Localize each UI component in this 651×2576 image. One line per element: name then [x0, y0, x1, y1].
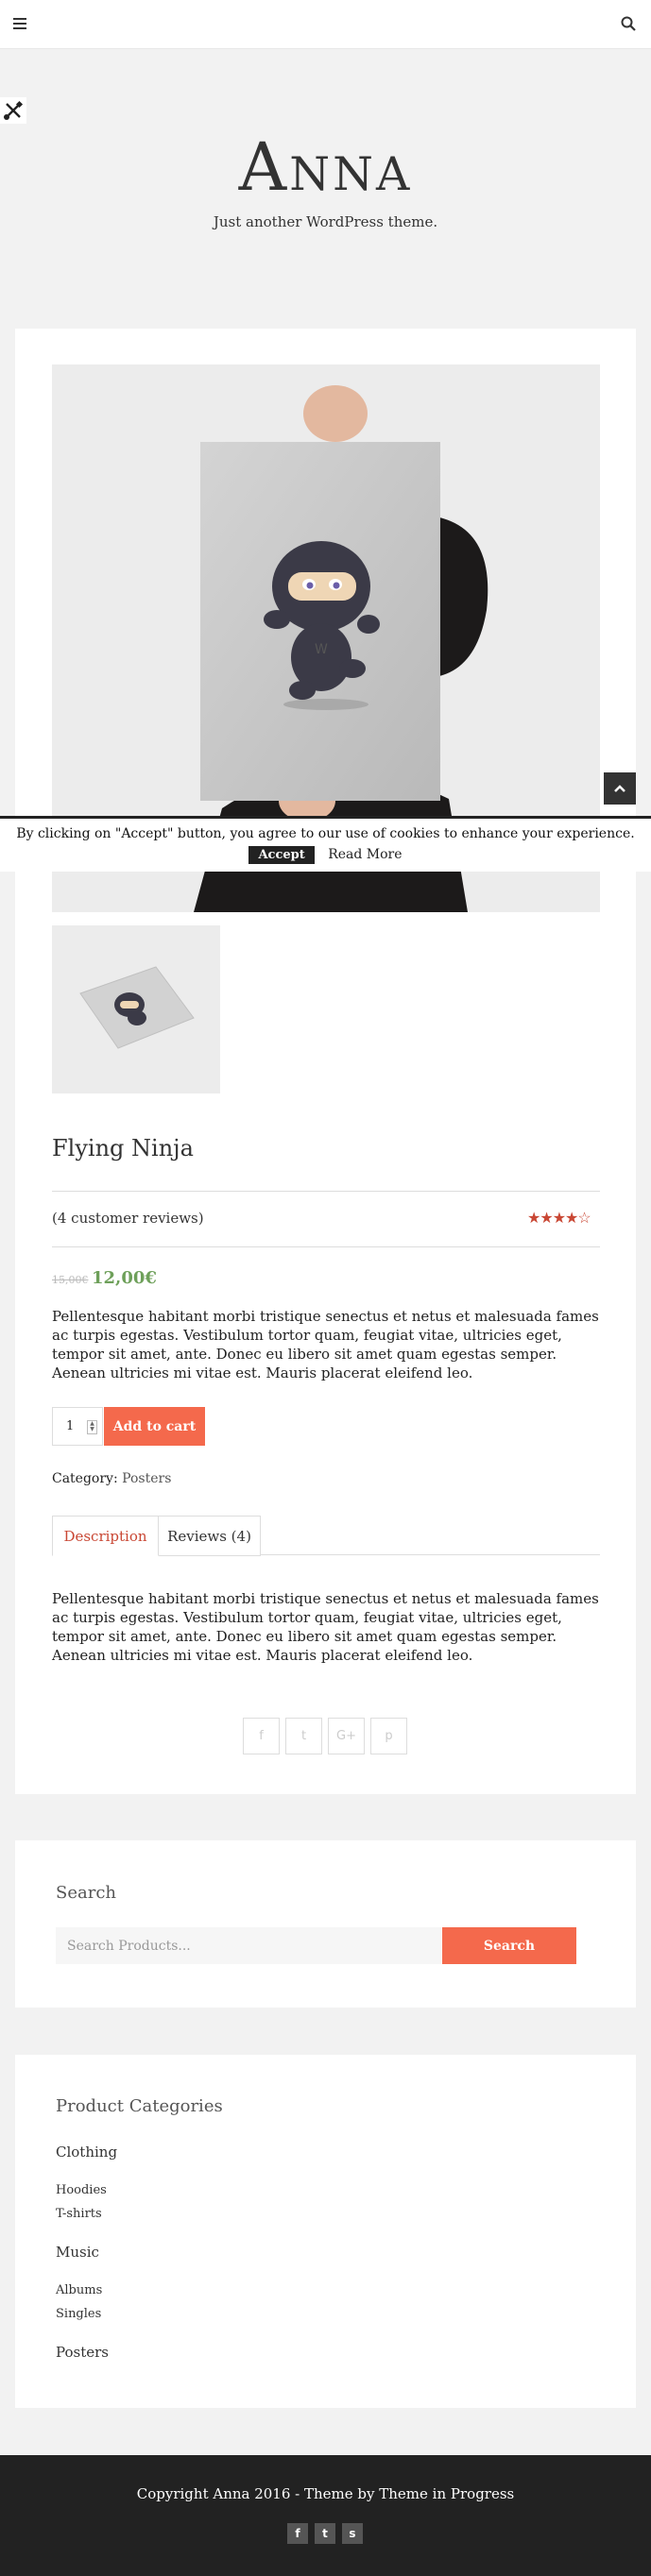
twitter-icon[interactable]: t [315, 2523, 335, 2544]
add-to-cart-button[interactable]: Add to cart [104, 1407, 205, 1446]
category-item-music[interactable]: Music [56, 2244, 99, 2261]
product-description: Pellentesque habitant morbi tristique se… [52, 1590, 599, 1664]
product-short-description: Pellentesque habitant morbi tristique se… [52, 1308, 599, 1381]
tab-description[interactable]: Description [52, 1516, 159, 1556]
star-outline-icon: ☆ [577, 1209, 591, 1227]
star-icon: ★ [527, 1209, 540, 1227]
menu-icon[interactable] [13, 18, 26, 29]
cookie-read-more-link[interactable]: Read More [328, 847, 402, 862]
category-item-singles[interactable]: Singles [56, 2307, 101, 2321]
search-widget [15, 1840, 636, 2008]
product-thumbnail[interactable] [52, 925, 220, 1093]
googleplus-share-icon[interactable]: G+ [328, 1718, 365, 1754]
site-title[interactable]: Anna [0, 128, 651, 206]
search-button[interactable]: Search [442, 1927, 576, 1964]
star-icon: ★ [565, 1209, 578, 1227]
facebook-share-icon[interactable]: f [243, 1718, 280, 1754]
categories-widget-title: Product Categories [56, 2096, 223, 2116]
tab-reviews[interactable]: Reviews (4) [159, 1516, 261, 1556]
search-input[interactable] [56, 1927, 441, 1964]
category-item-albums[interactable]: Albums [56, 2283, 102, 2297]
price-new: 12,00€ [92, 1268, 157, 1288]
top-bar [0, 0, 651, 49]
product-tabs: Description Reviews (4) [52, 1516, 600, 1556]
category-item-posters[interactable]: Posters [56, 2344, 109, 2361]
footer-copyright: Copyright Anna 2016 - Theme by Theme in … [136, 2485, 515, 2502]
star-icon: ★ [540, 1209, 553, 1227]
product-title: Flying Ninja [52, 1135, 194, 1161]
star-icon: ★ [552, 1209, 566, 1227]
site-tagline: Just another WordPress theme. [213, 213, 438, 230]
category-link[interactable]: Posters [122, 1471, 171, 1486]
twitter-share-icon[interactable]: t [285, 1718, 322, 1754]
category-item-hoodies[interactable]: Hoodies [56, 2183, 107, 2197]
quantity-value: 1 [66, 1419, 75, 1433]
product-category: Category: Posters [52, 1471, 171, 1486]
rating-stars: ★★★★☆ [527, 1209, 591, 1227]
category-item-tshirts[interactable]: T-shirts [56, 2207, 102, 2221]
pinterest-share-icon[interactable]: p [370, 1718, 407, 1754]
category-label: Category: [52, 1471, 118, 1486]
search-widget-title: Search [56, 1883, 116, 1903]
scroll-top-button[interactable] [604, 772, 636, 805]
reviews-link[interactable]: (4 customer reviews) [52, 1210, 204, 1227]
cookie-accept-button[interactable]: Accept [248, 846, 315, 864]
tools-icon[interactable] [0, 97, 26, 124]
cookie-text: By clicking on "Accept" button, you agre… [16, 826, 635, 841]
site-footer [0, 2455, 651, 2576]
facebook-icon[interactable]: f [287, 2523, 308, 2544]
svg-text:W: W [315, 642, 328, 657]
category-item-clothing[interactable]: Clothing [56, 2144, 117, 2161]
price-old: 15,00€ [52, 1274, 89, 1286]
quantity-spinner-icon[interactable]: ▲ ▼ [87, 1420, 97, 1434]
divider [52, 1191, 600, 1192]
skype-icon[interactable]: s [342, 2523, 363, 2544]
search-icon[interactable] [621, 16, 636, 31]
divider [52, 1246, 600, 1247]
cookie-banner: By clicking on "Accept" button, you agre… [0, 816, 651, 872]
quantity-input[interactable]: 1 ▲ ▼ [52, 1407, 103, 1446]
